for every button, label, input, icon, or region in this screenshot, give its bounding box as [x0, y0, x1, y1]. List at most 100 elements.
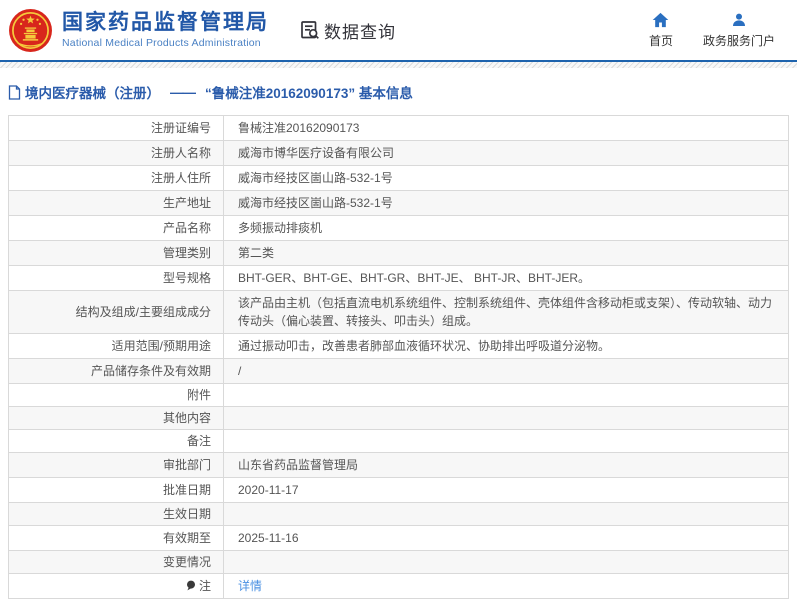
row-value: 2025-11-16 [223, 525, 789, 551]
page-title-separator: —— [170, 84, 196, 100]
row-value: 详情 [223, 573, 789, 599]
home-icon [652, 12, 669, 28]
row-label-text: 结构及组成/主要组成成分 [75, 305, 211, 319]
table-row: 注册证编号 鲁械注准20162090173 [8, 115, 789, 141]
row-value [223, 429, 789, 453]
row-value: 威海市经技区崮山路-532-1号 [223, 190, 789, 216]
table-row: 产品名称 多频振动排痰机 [8, 215, 789, 241]
document-icon [8, 84, 21, 100]
note-icon [186, 578, 196, 596]
detail-link[interactable]: 详情 [238, 579, 262, 593]
table-row: 变更情况 [8, 550, 789, 574]
row-label-text: 注册人名称 [150, 146, 211, 160]
brand: 国家药品监督管理局 National Medical Products Admi… [8, 8, 269, 53]
row-value: 威海市经技区崮山路-532-1号 [223, 165, 789, 191]
page-title-text: “鲁械注准20162090173” 基本信息 [205, 86, 413, 101]
nav-home-link[interactable]: 首页 [649, 12, 673, 49]
row-label: 附件 [8, 383, 224, 407]
table-row: 型号规格 BHT-GER、BHT-GE、BHT-GR、BHT-JE、 BHT-J… [8, 265, 789, 291]
row-label-text: 附件 [186, 388, 211, 402]
table-row: 其他内容 [8, 406, 789, 430]
row-label-text: 有效期至 [162, 531, 211, 545]
row-label: 变更情况 [8, 550, 224, 574]
row-label: 产品名称 [8, 215, 224, 241]
row-label: 有效期至 [8, 525, 224, 551]
table-row: 注册人名称 威海市博华医疗设备有限公司 [8, 140, 789, 166]
table-row: 注册人住所 威海市经技区崮山路-532-1号 [8, 165, 789, 191]
row-label: 管理类别 [8, 240, 224, 266]
brand-title-cn: 国家药品监督管理局 [62, 10, 269, 34]
row-label: 适用范围/预期用途 [8, 333, 224, 359]
table-row: 结构及组成/主要组成成分 该产品由主机（包括直流电机系统组件、控制系统组件、壳体… [8, 290, 789, 334]
row-value: 该产品由主机（包括直流电机系统组件、控制系统组件、壳体组件含移动柜或支架）、传动… [223, 290, 789, 334]
row-label: 注册证编号 [8, 115, 224, 141]
national-emblem-logo [8, 8, 53, 53]
row-label: 备注 [8, 429, 224, 453]
table-row: 管理类别 第二类 [8, 240, 789, 266]
row-label-text: 生产地址 [162, 196, 211, 210]
row-value: 威海市博华医疗设备有限公司 [223, 140, 789, 166]
row-label: 注册人名称 [8, 140, 224, 166]
row-label-text: 产品名称 [162, 221, 211, 235]
row-label-text: 适用范围/预期用途 [111, 339, 211, 353]
table-row: 备注 [8, 429, 789, 453]
row-value: / [223, 358, 789, 384]
row-label-text: 注 [198, 578, 211, 593]
brand-title-en: National Medical Products Administration [62, 37, 261, 50]
data-query-tab[interactable]: 数据查询 [299, 18, 396, 43]
row-label-text: 注册证编号 [150, 121, 211, 135]
table-row: 生效日期 [8, 502, 789, 526]
table-row: 批准日期 2020-11-17 [8, 477, 789, 503]
row-label: 生效日期 [8, 502, 224, 526]
row-label-text: 其他内容 [162, 411, 211, 425]
table-row: 有效期至 2025-11-16 [8, 525, 789, 551]
data-query-label: 数据查询 [324, 22, 396, 42]
row-value: 多频振动排痰机 [223, 215, 789, 241]
row-value: 山东省药品监督管理局 [223, 452, 789, 478]
top-header: 国家药品监督管理局 National Medical Products Admi… [0, 0, 797, 60]
row-label: 产品储存条件及有效期 [8, 358, 224, 384]
row-value [223, 406, 789, 430]
row-value [223, 383, 789, 407]
table-row: 产品储存条件及有效期 / [8, 358, 789, 384]
row-label-text: 备注 [186, 434, 211, 448]
brand-text: 国家药品监督管理局 National Medical Products Admi… [62, 11, 269, 49]
page-title-category: 境内医疗器械（注册） [25, 86, 160, 101]
row-label-text: 变更情况 [162, 555, 211, 569]
user-icon [731, 12, 747, 28]
row-label: 注 [8, 573, 224, 599]
table-row: 附件 [8, 383, 789, 407]
row-value: 第二类 [223, 240, 789, 266]
nav-portal-label: 政务服务门户 [702, 33, 775, 48]
row-label-text: 管理类别 [162, 246, 211, 260]
row-label-text: 产品储存条件及有效期 [90, 364, 211, 378]
row-label: 生产地址 [8, 190, 224, 216]
info-table-body: 注册证编号 鲁械注准20162090173 注册人名称 威海市博华医疗设备有限公… [8, 115, 789, 599]
row-label-text: 生效日期 [162, 507, 211, 521]
top-nav: 首页 政务服务门户 [649, 12, 775, 49]
nav-portal-link[interactable]: 政务服务门户 [703, 12, 775, 49]
page-title: 境内医疗器械（注册） —— “鲁械注准20162090173” 基本信息 [8, 82, 789, 102]
table-row: 审批部门 山东省药品监督管理局 [8, 452, 789, 478]
row-value: 鲁械注准20162090173 [223, 115, 789, 141]
nav-home-label: 首页 [648, 33, 673, 48]
row-value: 2020-11-17 [223, 477, 789, 503]
row-label: 审批部门 [8, 452, 224, 478]
row-value [223, 550, 789, 574]
table-row: 适用范围/预期用途 通过振动叩击，改善患者肺部血液循环状况、协助排出呼吸道分泌物… [8, 333, 789, 359]
row-label: 型号规格 [8, 265, 224, 291]
row-value: BHT-GER、BHT-GE、BHT-GR、BHT-JE、 BHT-JR、BHT… [223, 265, 789, 291]
table-row: 注 详情 [8, 573, 789, 599]
row-label-text: 批准日期 [162, 483, 211, 497]
row-label-text: 审批部门 [162, 458, 211, 472]
hatch-pattern-strip [0, 62, 797, 68]
row-value: 通过振动叩击，改善患者肺部血液循环状况、协助排出呼吸道分泌物。 [223, 333, 789, 359]
row-label: 批准日期 [8, 477, 224, 503]
registration-info-table: 注册证编号 鲁械注准20162090173 注册人名称 威海市博华医疗设备有限公… [8, 115, 789, 599]
row-label-text: 型号规格 [162, 271, 211, 285]
row-value [223, 502, 789, 526]
row-label-text: 注册人住所 [150, 171, 211, 185]
table-row: 生产地址 威海市经技区崮山路-532-1号 [8, 190, 789, 216]
row-label: 结构及组成/主要组成成分 [8, 290, 224, 334]
row-label: 注册人住所 [8, 165, 224, 191]
